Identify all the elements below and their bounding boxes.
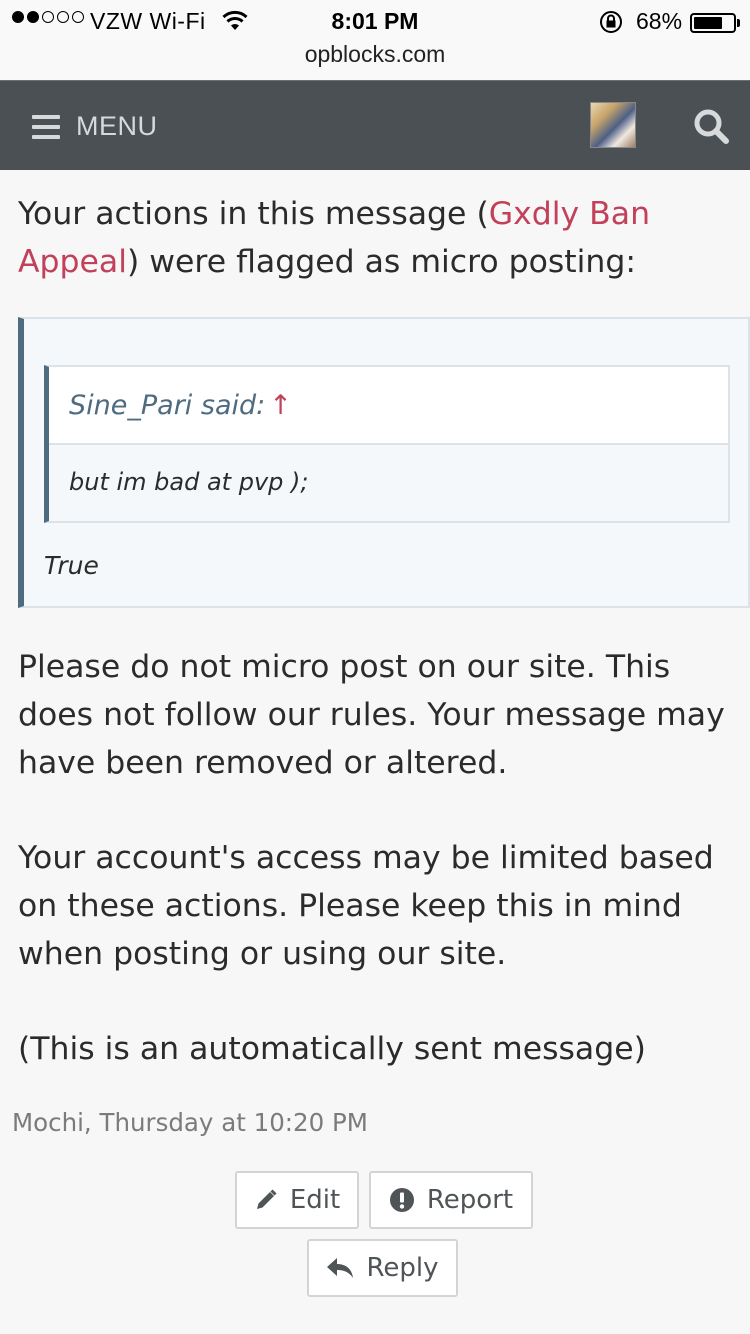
user-avatar[interactable] <box>590 102 636 148</box>
pencil-icon <box>256 1189 277 1209</box>
message-meta: Mochi, Thursday at 10:20 PM <box>12 1108 368 1137</box>
warning-paragraph: Please do not micro post on our site. Th… <box>18 649 725 781</box>
message-intro: Your actions in this message (Gxdly Ban … <box>18 190 733 286</box>
auto-message-note: (This is an automatically sent message) <box>18 1031 646 1067</box>
battery-icon <box>690 13 736 33</box>
ios-status-bar: VZW Wi-Fi 8:01 PM 68% opblocks.com <box>0 0 750 80</box>
quoted-text: but im bad at pvp ); <box>49 445 728 521</box>
address-bar-url[interactable]: opblocks.com <box>0 41 750 68</box>
menu-label: MENU <box>76 111 158 141</box>
edit-button[interactable]: Edit <box>235 1171 359 1229</box>
status-row: VZW Wi-Fi 8:01 PM 68% <box>0 4 750 38</box>
reply-label: Reply <box>366 1253 439 1283</box>
quote-attribution: Sine_Pari said: ↑ <box>49 367 728 445</box>
intro-text-after: ) were flagged as micro posting: <box>126 244 636 280</box>
battery-percentage: 68% <box>636 8 683 34</box>
battery-tip <box>737 19 740 27</box>
quote-author[interactable]: Sine_Pari said: <box>69 390 265 421</box>
report-button[interactable]: Report <box>369 1171 533 1229</box>
search-icon[interactable] <box>693 108 729 144</box>
intro-text-before: Your actions in this message ( <box>18 196 489 232</box>
reply-button[interactable]: Reply <box>307 1239 458 1297</box>
orientation-lock-icon <box>600 11 622 33</box>
reply-arrow-icon <box>327 1258 354 1278</box>
hamburger-icon <box>32 114 60 139</box>
menu-button[interactable]: MENU <box>32 111 158 142</box>
flagged-reply-text: True <box>44 551 99 580</box>
edit-label: Edit <box>289 1185 341 1215</box>
site-navbar: MENU <box>0 80 750 170</box>
nested-quote: Sine_Pari said: ↑ but im bad at pvp ); <box>44 365 730 523</box>
report-label: Report <box>426 1185 514 1215</box>
flagged-post-quote: Sine_Pari said: ↑ but im bad at pvp ); Tr… <box>18 317 750 608</box>
access-paragraph: Your account's access may be limited bas… <box>18 840 714 972</box>
jump-to-post-arrow-icon[interactable]: ↑ <box>269 390 292 421</box>
exclamation-circle-icon <box>389 1188 414 1212</box>
